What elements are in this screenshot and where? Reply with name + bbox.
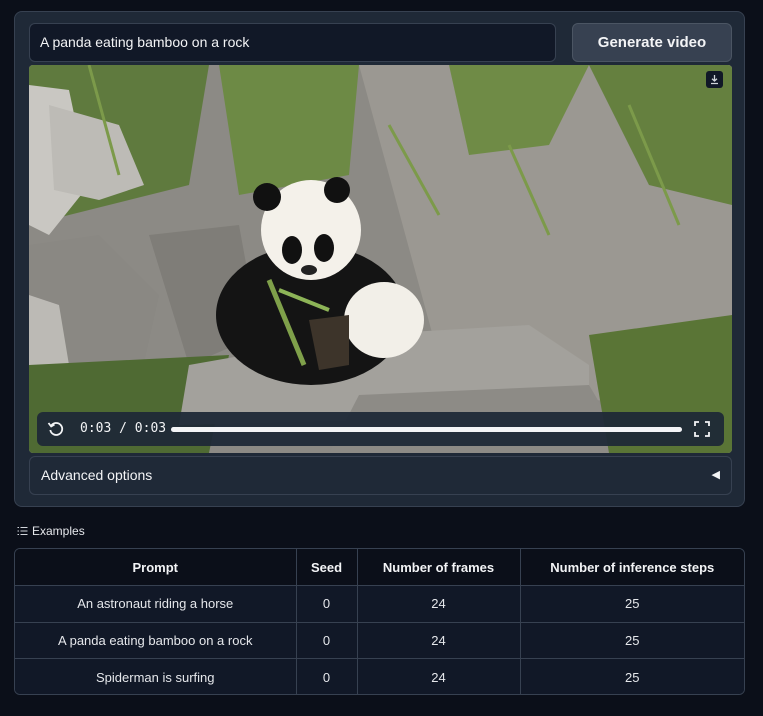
cell-prompt[interactable]: Spiderman is surfing — [15, 658, 297, 694]
advanced-options-accordion[interactable]: Advanced options ◀ — [29, 456, 732, 495]
table-row[interactable]: Spiderman is surfing 0 24 25 — [15, 658, 744, 694]
column-header-steps: Number of inference steps — [520, 549, 744, 586]
progress-fill — [171, 427, 682, 432]
advanced-options-label: Advanced options — [41, 467, 153, 483]
examples-table: Prompt Seed Number of frames Number of i… — [14, 548, 745, 695]
cell-steps[interactable]: 25 — [520, 585, 744, 623]
cell-frames[interactable]: 24 — [357, 622, 521, 659]
generate-video-button[interactable]: Generate video — [572, 23, 732, 62]
cell-seed[interactable]: 0 — [296, 585, 358, 623]
progress-bar[interactable] — [171, 427, 682, 432]
download-button[interactable] — [706, 71, 723, 88]
video-player[interactable]: 0:03 / 0:03 — [29, 65, 732, 453]
cell-prompt[interactable]: An astronaut riding a horse — [15, 585, 297, 623]
cell-seed[interactable]: 0 — [296, 622, 358, 659]
column-header-prompt: Prompt — [15, 549, 297, 586]
list-icon — [17, 526, 28, 536]
table-header-row: Prompt Seed Number of frames Number of i… — [15, 549, 744, 586]
generation-panel: A panda eating bamboo on a rock Generate… — [14, 11, 745, 507]
column-header-frames: Number of frames — [357, 549, 521, 586]
video-controls: 0:03 / 0:03 — [37, 412, 724, 446]
examples-label: Examples — [32, 524, 85, 538]
examples-header: Examples — [17, 524, 85, 538]
cell-steps[interactable]: 25 — [520, 622, 744, 659]
column-header-seed: Seed — [296, 549, 358, 586]
collapse-arrow-icon: ◀ — [711, 469, 720, 481]
cell-seed[interactable]: 0 — [296, 658, 358, 694]
cell-steps[interactable]: 25 — [520, 658, 744, 694]
table-row[interactable]: An astronaut riding a horse 0 24 25 — [15, 585, 744, 623]
download-icon — [711, 75, 718, 85]
table-row[interactable]: A panda eating bamboo on a rock 0 24 25 — [15, 622, 744, 659]
prompt-input[interactable]: A panda eating bamboo on a rock — [29, 23, 556, 62]
video-frame-panda — [29, 65, 732, 453]
fullscreen-icon[interactable] — [694, 421, 710, 437]
cell-frames[interactable]: 24 — [357, 585, 521, 623]
playback-time: 0:03 / 0:03 — [80, 421, 167, 436]
cell-frames[interactable]: 24 — [357, 658, 521, 694]
cell-prompt[interactable]: A panda eating bamboo on a rock — [15, 622, 297, 659]
replay-icon[interactable] — [47, 420, 65, 438]
